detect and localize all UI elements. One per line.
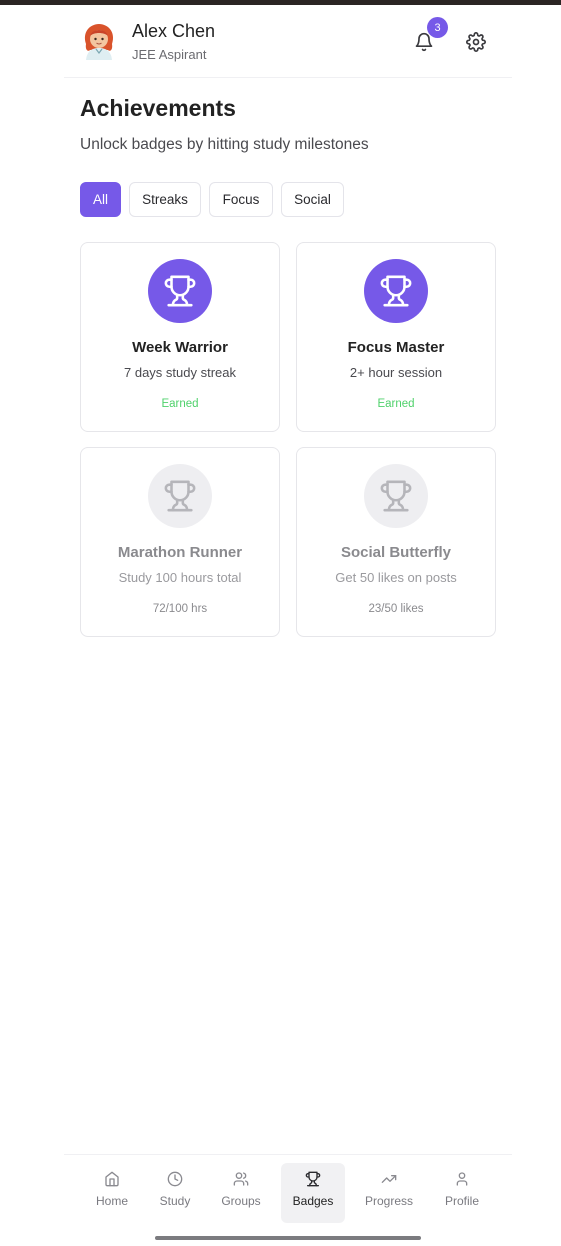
badge-card-marathon-runner[interactable]: Marathon Runner Study 100 hours total 72… (80, 447, 280, 637)
trophy-icon (164, 480, 196, 512)
trophy-icon (305, 1171, 321, 1187)
badge-status: Earned (377, 398, 415, 410)
nav-item-badges[interactable]: Badges (281, 1163, 345, 1223)
badge-description: Study 100 hours total (118, 570, 242, 585)
filter-chip-focus[interactable]: Focus (209, 182, 273, 217)
app-header: Alex Chen JEE Aspirant 3 (64, 5, 512, 78)
users-icon (233, 1172, 249, 1186)
bottom-nav: Home Study Groups Badges Progress Profil… (64, 1154, 512, 1227)
notification-count-badge: 3 (427, 17, 448, 38)
nav-item-progress[interactable]: Progress (354, 1163, 424, 1223)
badge-card-focus-master[interactable]: Focus Master 2+ hour session Earned (296, 242, 496, 432)
badge-description: 2+ hour session (349, 365, 443, 380)
badge-title: Marathon Runner (117, 544, 243, 561)
user-name: Alex Chen (132, 21, 216, 41)
user-icon (456, 1172, 468, 1186)
nav-label: Study (159, 1194, 191, 1208)
user-role: JEE Aspirant (132, 47, 207, 62)
filter-chip-streaks[interactable]: Streaks (129, 182, 201, 217)
badge-title: Week Warrior (132, 339, 228, 356)
nav-item-profile[interactable]: Profile (434, 1163, 490, 1223)
nav-item-study[interactable]: Study (148, 1163, 202, 1223)
badge-progress: 23/50 likes (368, 603, 424, 615)
nav-label: Profile (444, 1194, 479, 1208)
badge-description: Get 50 likes on posts (335, 570, 457, 585)
nav-label: Badges (292, 1194, 334, 1208)
badge-medal (364, 259, 428, 323)
trophy-icon (164, 275, 196, 307)
filter-chip-social[interactable]: Social (281, 182, 344, 217)
badge-progress: 72/100 hrs (152, 603, 208, 615)
gear-icon[interactable] (466, 32, 486, 52)
clock-icon (167, 1171, 183, 1187)
badge-medal (148, 259, 212, 323)
filter-chip-all[interactable]: All (80, 182, 121, 217)
page-subtitle: Unlock badges by hitting study milestone… (80, 136, 369, 153)
badge-status: Earned (161, 398, 199, 410)
page-title: Achievements (80, 95, 236, 121)
badge-card-week-warrior[interactable]: Week Warrior 7 days study streak Earned (80, 242, 280, 432)
trophy-icon (380, 275, 412, 307)
nav-label: Groups (221, 1194, 261, 1208)
home-indicator[interactable] (155, 1236, 421, 1240)
home-icon (105, 1171, 119, 1187)
badge-title: Social Butterfly (340, 544, 452, 561)
nav-item-home[interactable]: Home (81, 1163, 143, 1223)
nav-label: Progress (364, 1194, 414, 1208)
badge-title: Focus Master (347, 339, 445, 356)
badge-medal (148, 464, 212, 528)
badge-card-social-butterfly[interactable]: Social Butterfly Get 50 likes on posts 2… (296, 447, 496, 637)
badge-medal (364, 464, 428, 528)
trending-up-icon (381, 1175, 397, 1183)
nav-item-groups[interactable]: Groups (209, 1163, 273, 1223)
avatar[interactable] (80, 22, 118, 60)
nav-label: Home (95, 1194, 128, 1208)
trophy-icon (380, 480, 412, 512)
badge-description: 7 days study streak (124, 365, 236, 380)
